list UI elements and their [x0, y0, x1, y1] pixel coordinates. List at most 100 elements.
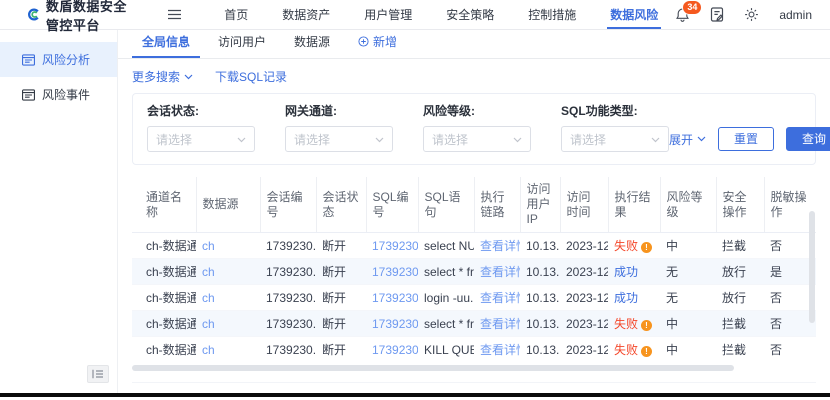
filter-label: 网关通道:	[285, 102, 393, 119]
tab-1[interactable]: 访问用户	[208, 33, 276, 58]
sidebar-collapse-button[interactable]	[87, 365, 109, 383]
chevron-down-icon	[375, 130, 384, 148]
chevron-down-icon	[651, 130, 660, 148]
cell: 查看详情	[474, 311, 520, 337]
logo-icon	[28, 6, 40, 23]
nav-item-5[interactable]: 数据风险	[593, 0, 675, 29]
collapse-icon	[92, 369, 104, 379]
sidebar-item-0[interactable]: 风险分析	[0, 42, 117, 77]
chevron-down-icon	[651, 137, 660, 143]
nav-item-1[interactable]: 数据资产	[265, 0, 347, 29]
table-body: ch-数据通道ch1739230...断开1739230...select NU…	[132, 233, 816, 362]
nav-item-4[interactable]: 控制措施	[511, 0, 593, 29]
result-text: 成功	[614, 265, 638, 279]
cell: 2023-12-...	[560, 311, 608, 337]
view-detail-link[interactable]: 查看详情	[480, 239, 520, 253]
horizontal-scrollbar-thumb[interactable]	[132, 365, 734, 371]
nav-item-3[interactable]: 安全策略	[429, 0, 511, 29]
cell: 1739230...	[260, 285, 316, 311]
chevron-down-icon	[513, 130, 522, 148]
results-table: 通道名称数据源会话编号会话状态SQL编号SQL语句执行链路访问用户IP访问时间执…	[132, 177, 816, 361]
nav-item-2[interactable]: 用户管理	[347, 0, 429, 29]
cell: KILL QUE...	[418, 337, 474, 362]
toolbar: 更多搜索 下载SQL记录	[118, 59, 830, 93]
table-row[interactable]: ch-数据通道ch1739230...断开1739230...select * …	[132, 311, 816, 337]
cell-link[interactable]: 1739230...	[372, 343, 418, 357]
view-detail-link[interactable]: 查看详情	[480, 291, 520, 305]
window-chart-icon	[22, 54, 35, 66]
vertical-scrollbar[interactable]	[809, 211, 815, 323]
cell: ch-数据通道	[132, 311, 196, 337]
cell: 断开	[316, 311, 366, 337]
query-button[interactable]: 查询	[786, 127, 830, 151]
chevron-down-icon	[237, 130, 246, 148]
report-icon[interactable]	[710, 7, 724, 22]
cell: 中	[660, 233, 716, 259]
cell: 1739230...	[260, 233, 316, 259]
content-area: 风险分析风险事件 全局信息访问用户数据源新增 更多搜索 下载SQL记录 会话状态…	[0, 30, 830, 393]
cell-link[interactable]: 1739230...	[372, 239, 418, 253]
reset-button[interactable]: 重置	[718, 127, 774, 151]
hamburger-icon[interactable]	[168, 9, 181, 20]
circle-plus-icon	[358, 36, 369, 47]
cell: 中	[660, 311, 716, 337]
notification-bell[interactable]: 34	[675, 7, 690, 23]
cell: ch	[196, 233, 260, 259]
chevron-down-icon	[237, 137, 246, 143]
logo: 数盾数据安全管控平台	[28, 0, 140, 34]
filter-select-1[interactable]: 请选择	[285, 126, 393, 152]
cell: 成功	[608, 259, 660, 285]
main-panel: 全局信息访问用户数据源新增 更多搜索 下载SQL记录 会话状态:请选择网关通道:…	[118, 30, 830, 393]
col-header-6: 执行链路	[474, 177, 520, 233]
cell-link[interactable]: ch	[202, 265, 215, 279]
filter-select-0[interactable]: 请选择	[147, 126, 255, 152]
table-row[interactable]: ch-数据通道ch1739230...断开1739230...KILL QUE.…	[132, 337, 816, 362]
view-detail-link[interactable]: 查看详情	[480, 317, 520, 331]
chevron-down-icon	[513, 137, 522, 143]
view-detail-link[interactable]: 查看详情	[480, 265, 520, 279]
gear-icon[interactable]	[744, 7, 759, 22]
app-window: 数盾数据安全管控平台 首页数据资产用户管理安全策略控制措施数据风险 34	[0, 0, 830, 400]
nav-item-0[interactable]: 首页	[207, 0, 265, 29]
table-row[interactable]: ch-数据通道ch1739230...断开1739230...login -uu…	[132, 285, 816, 311]
menu-icon	[22, 54, 35, 66]
table-row[interactable]: ch-数据通道ch1739230...断开1739230...select NU…	[132, 233, 816, 259]
cell-link[interactable]: ch	[202, 343, 215, 357]
cell: 10.13....	[520, 337, 560, 362]
cell: 查看详情	[474, 233, 520, 259]
table-row[interactable]: ch-数据通道ch1739230...断开1739230...select * …	[132, 259, 816, 285]
result-text: 失败	[614, 317, 638, 331]
sidebar-item-1[interactable]: 风险事件	[0, 77, 117, 112]
cell: 放行	[716, 259, 764, 285]
cell-link[interactable]: ch	[202, 317, 215, 331]
col-header-0: 通道名称	[132, 177, 196, 233]
filter-select-2[interactable]: 请选择	[423, 126, 531, 152]
cell-link[interactable]: ch	[202, 291, 215, 305]
cell-link[interactable]: 1739230...	[372, 291, 418, 305]
download-sql-link[interactable]: 下载SQL记录	[215, 68, 287, 85]
cell: select * fr...	[418, 259, 474, 285]
tab-0[interactable]: 全局信息	[132, 33, 200, 58]
cell: 2023-12-...	[560, 285, 608, 311]
cell: 10.13....	[520, 233, 560, 259]
cell: select NU...	[418, 233, 474, 259]
cell: 断开	[316, 233, 366, 259]
expand-link[interactable]: 展开	[669, 131, 706, 148]
filter-select-3[interactable]: 请选择	[561, 126, 669, 152]
horizontal-scrollbar[interactable]	[132, 364, 816, 372]
result-text: 失败	[614, 239, 638, 253]
tab-2[interactable]: 数据源	[284, 33, 340, 58]
more-search-link[interactable]: 更多搜索	[132, 68, 193, 85]
user-name[interactable]: admin	[779, 8, 812, 22]
filter-field-3: SQL功能类型:请选择	[561, 102, 669, 152]
cell: 中	[660, 337, 716, 362]
notification-badge: 34	[682, 0, 702, 15]
view-detail-link[interactable]: 查看详情	[480, 343, 520, 357]
filter-panel: 会话状态:请选择网关通道:请选择风险等级:请选择SQL功能类型:请选择 展开 重…	[132, 93, 816, 165]
cell-link[interactable]: 1739230...	[372, 317, 418, 331]
tab-add-new[interactable]: 新增	[348, 33, 407, 58]
cell-link[interactable]: ch	[202, 239, 215, 253]
cell: 失败!	[608, 337, 660, 362]
tab-add-label: 新增	[373, 33, 397, 50]
cell-link[interactable]: 1739230...	[372, 265, 418, 279]
